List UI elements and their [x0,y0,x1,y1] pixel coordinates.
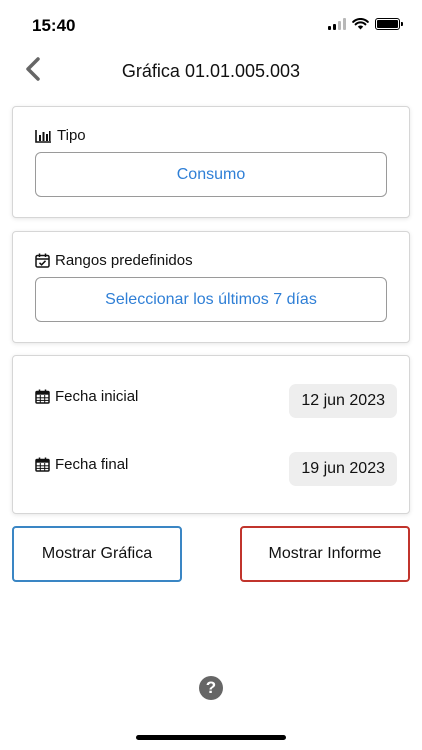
home-indicator [136,735,286,740]
tipo-select-button[interactable]: Consumo [35,152,387,197]
wifi-icon [352,18,369,30]
rangos-label-row: Rangos predefinidos [35,252,193,269]
fecha-inicial-label-row: Fecha inicial [35,388,138,405]
status-time: 15:40 [32,16,76,35]
bar-chart-icon [35,129,51,143]
status-bar: 15:40 [0,0,422,50]
fecha-final-picker[interactable]: 19 jun 2023 [289,452,397,486]
fecha-final-label-row: Fecha final [35,456,128,473]
nav-bar: Gráfica 01.01.005.003 [0,50,422,94]
status-icons [328,18,403,30]
fecha-inicial-picker[interactable]: 12 jun 2023 [289,384,397,418]
rangos-card: Rangos predefinidos Seleccionar los últi… [12,231,410,343]
page-title: Gráfica 01.01.005.003 [121,61,301,81]
rangos-select-button[interactable]: Seleccionar los últimos 7 días [35,277,387,322]
help-button[interactable]: ? [199,676,223,700]
battery-icon [375,18,403,30]
tipo-card: Tipo Consumo [12,106,410,218]
mostrar-informe-button[interactable]: Mostrar Informe [240,526,410,582]
tipo-label: Tipo [57,127,86,144]
fecha-final-label: Fecha final [55,456,129,473]
signal-icon [328,18,346,30]
calendar-icon [35,457,50,472]
tipo-label-row: Tipo [35,127,86,144]
question-circle-icon: ? [205,678,217,697]
mostrar-grafica-button[interactable]: Mostrar Gráfica [12,526,182,582]
rangos-label: Rangos predefinidos [55,252,193,269]
fechas-card: Fecha inicial 12 jun 2023 Fecha final 19… [12,355,410,514]
calendar-icon [35,389,50,404]
calendar-check-icon [35,253,50,268]
fecha-inicial-label: Fecha inicial [55,388,139,405]
